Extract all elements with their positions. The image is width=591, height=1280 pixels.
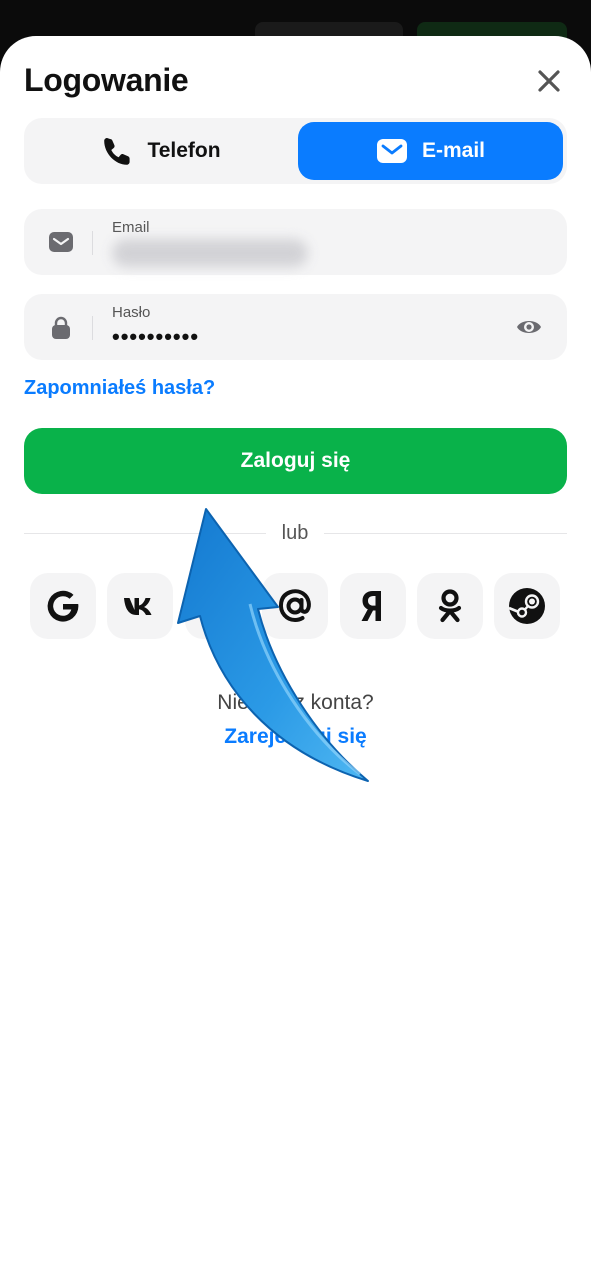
- field-separator: [92, 316, 93, 340]
- vk-icon: [124, 598, 152, 615]
- tab-email[interactable]: E-mail: [298, 122, 563, 180]
- close-icon: [538, 70, 560, 92]
- tab-phone[interactable]: Telefon: [28, 122, 294, 180]
- page-title: Logowanie: [24, 62, 189, 98]
- email-label: Email: [112, 219, 150, 236]
- tab-label: E-mail: [421, 139, 486, 162]
- close-button[interactable]: [532, 64, 566, 98]
- forgot-password-link[interactable]: Zapomniałeś hasła?: [24, 377, 215, 400]
- vk-login-button[interactable]: [107, 573, 173, 639]
- login-button[interactable]: Zaloguj się: [24, 428, 567, 494]
- password-field[interactable]: Hasło ••••••••••: [24, 294, 567, 360]
- eye-icon[interactable]: [516, 314, 542, 340]
- phone-icon: [104, 138, 131, 165]
- mail-icon: [376, 139, 407, 163]
- annotation-arrow-icon: [177, 508, 369, 782]
- steam-login-button[interactable]: [494, 573, 560, 639]
- mail-icon: [49, 232, 73, 252]
- email-value-obscured: [112, 239, 308, 267]
- steam-icon: [508, 588, 545, 624]
- login-sheet: Logowanie Telefon E-mail Email Hasło •••…: [0, 36, 591, 1280]
- email-field[interactable]: Email: [24, 209, 567, 275]
- odnoklassniki-icon: [438, 589, 462, 623]
- field-separator: [92, 231, 93, 255]
- lock-icon: [52, 316, 70, 339]
- tab-label: Telefon: [147, 139, 221, 162]
- google-icon: [47, 590, 79, 622]
- password-label: Hasło: [112, 304, 151, 321]
- login-method-tabs: Telefon E-mail: [24, 118, 567, 184]
- odnoklassniki-login-button[interactable]: [417, 573, 483, 639]
- google-login-button[interactable]: [30, 573, 96, 639]
- password-value: ••••••••••: [112, 324, 200, 349]
